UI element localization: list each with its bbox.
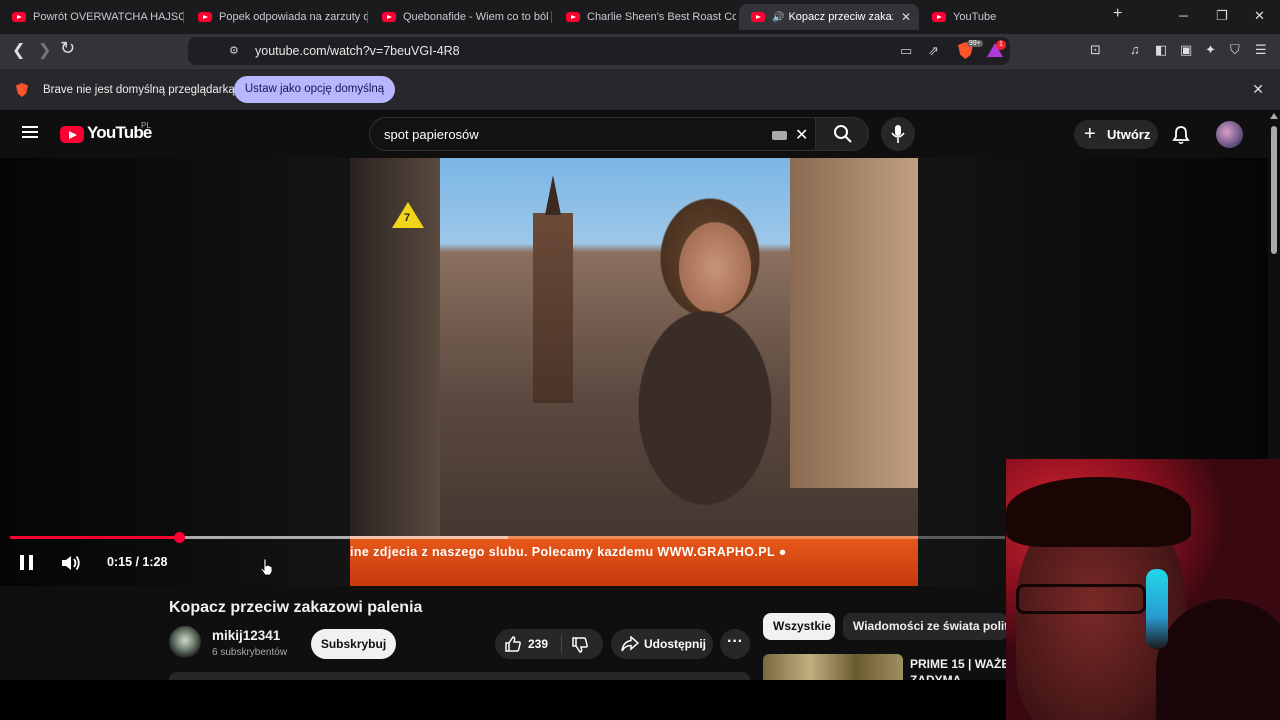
webcam-overlay [1006,459,1280,720]
tab-title: Quebonafide - Wiem co to ból ( [403,11,552,23]
reload-icon[interactable]: ↻ [60,38,75,59]
like-dislike-group: 239 [495,629,603,659]
browser-tab-active[interactable]: 🔊 Kopacz przeciw zakazow ✕ [739,4,919,30]
subscribe-button[interactable]: Subskrybuj [311,629,396,659]
media-icon[interactable]: ♫ [1130,42,1140,57]
pause-icon[interactable] [20,555,33,570]
share-icon [621,636,639,652]
share-page-icon[interactable]: ⇗ [928,43,939,59]
browser-tab[interactable]: YouTube [920,4,1100,30]
hand-cursor-icon [260,558,273,576]
progress-played [10,536,179,539]
news-ticker: ine zdjecia z naszego slubu. Polecamy ka… [350,536,918,586]
shields-count-badge: 99+ [967,40,983,47]
scrollbar-thumb[interactable] [1271,126,1277,254]
channel-name[interactable]: mikij12341 [212,628,280,643]
url-text[interactable]: youtube.com/watch?v=7beuVGI-4R8 [255,44,460,58]
restore-icon[interactable]: ❐ [1216,8,1228,24]
cast-icon[interactable]: ▭ [900,43,912,59]
browser-tab-strip: Powrót OVERWATCHA HAJSOWE Popek odpowiad… [0,0,1280,34]
notifications-bell-icon[interactable] [1172,125,1190,145]
screenshot-icon[interactable]: ⊡ [1090,42,1101,58]
clear-search-icon[interactable]: ✕ [795,125,808,145]
audio-playing-icon[interactable]: 🔊 [772,12,784,23]
browser-tab[interactable]: Powrót OVERWATCHA HAJSOWE [0,4,184,30]
share-label: Udostępnij [644,637,706,651]
menu-icon[interactable]: ☰ [1255,42,1267,58]
tv-channel-badge-icon: 7 [392,202,424,228]
subscriber-count: 6 subskrybentów [212,647,288,658]
more-actions-button[interactable]: ··· [720,629,750,659]
volume-icon[interactable] [60,554,82,572]
forward-icon[interactable]: ❯ [38,40,51,60]
channel-avatar[interactable] [169,626,201,658]
youtube-favicon-icon [566,12,580,22]
close-window-icon[interactable]: ✕ [1254,8,1265,24]
chip-all[interactable]: Wszystkie [763,613,835,640]
rewards-count-badge: 1 [996,40,1006,50]
plus-icon: + [1084,123,1096,145]
set-default-button[interactable]: Ustaw jako opcję domyślną [234,76,395,103]
tab-title: YouTube [953,11,997,23]
youtube-favicon-icon [751,12,765,22]
account-avatar[interactable] [1216,121,1243,148]
glasses-shape [1016,584,1146,614]
create-button[interactable]: + Utwórz [1074,120,1158,149]
tab-title: Kopacz przeciw zakazow [788,11,893,23]
guide-menu-icon[interactable] [22,126,38,138]
close-tab-icon[interactable]: ✕ [901,10,911,24]
youtube-logo-icon[interactable] [60,126,84,143]
brave-logo-icon [16,83,28,97]
microphone-icon [891,125,905,143]
minimize-icon[interactable]: ─ [1179,8,1188,23]
youtube-favicon-icon [12,12,26,22]
progress-bar[interactable] [10,532,1005,543]
search-input[interactable]: spot papierosów [384,127,479,142]
country-code: PL [141,121,151,130]
youtube-favicon-icon [932,12,946,22]
back-icon[interactable]: ❮ [12,40,25,60]
scrubber-handle[interactable] [174,532,185,543]
default-browser-infobar: Brave nie jest domyślną przeglądarką Ust… [0,68,1280,110]
thumbs-up-icon[interactable] [504,635,522,653]
search-icon [834,125,852,143]
site-info-icon[interactable]: ⚙ [229,44,239,57]
tab-title: Charlie Sheen's Best Roast Com [587,11,736,23]
create-label: Utwórz [1107,127,1151,142]
like-count[interactable]: 239 [528,637,548,651]
search-box[interactable]: spot papierosów ✕ [369,117,816,151]
time-display: 0:15 / 1:28 [107,555,168,569]
channel-badge-number: 7 [404,212,411,224]
new-tab-button[interactable]: + [1113,5,1122,23]
leo-ai-icon[interactable]: ✦ [1205,42,1216,58]
browser-tab[interactable]: Charlie Sheen's Best Roast Com [554,4,736,30]
scroll-up-arrow-icon[interactable] [1270,113,1278,119]
youtube-favicon-icon [198,12,212,22]
browser-tab[interactable]: Popek odpowiada na zarzuty o z [186,4,368,30]
vpn-icon[interactable]: ⛉ [1230,42,1240,58]
video-frame: 7 ine zdjecia z naszego slubu. Polecamy … [350,158,918,586]
recommended-title-line: PRIME 15 | WAŻENI [910,657,1006,671]
close-infobar-icon[interactable]: ✕ [1252,81,1264,98]
share-button[interactable]: Udostępnij [611,629,713,659]
infobar-message: Brave nie jest domyślną przeglądarką [43,84,235,96]
youtube-favicon-icon [382,12,396,22]
tab-title: Powrót OVERWATCHA HAJSOWE [33,11,184,23]
search-button[interactable] [815,117,869,151]
browser-tab[interactable]: Quebonafide - Wiem co to ból ( [370,4,552,30]
address-bar[interactable]: ⚙ youtube.com/watch?v=7beuVGI-4R8 ▭ ⇗ 99… [188,37,1010,65]
wallet-icon[interactable]: ▣ [1180,42,1192,58]
voice-search-button[interactable] [881,117,915,151]
thumbs-down-icon[interactable] [571,636,589,654]
youtube-header: YouTube PL spot papierosów ✕ + Utwórz [0,110,1268,158]
video-title: Kopacz przeciw zakazowi palenia [169,599,423,616]
tab-title: Popek odpowiada na zarzuty o z [219,11,368,23]
headphone-glow [1146,569,1168,649]
chip-politics-news[interactable]: Wiadomości ze świata polityki [843,613,1008,640]
keyboard-icon[interactable] [772,131,787,140]
sidebar-icon[interactable]: ◧ [1155,42,1167,58]
ticker-text: ine zdjecia z naszego slubu. Polecamy ka… [350,545,787,559]
browser-toolbar: ❮ ❯ ↻ 🔖︎ ⚙ youtube.com/watch?v=7beuVGI-4… [0,34,1280,68]
